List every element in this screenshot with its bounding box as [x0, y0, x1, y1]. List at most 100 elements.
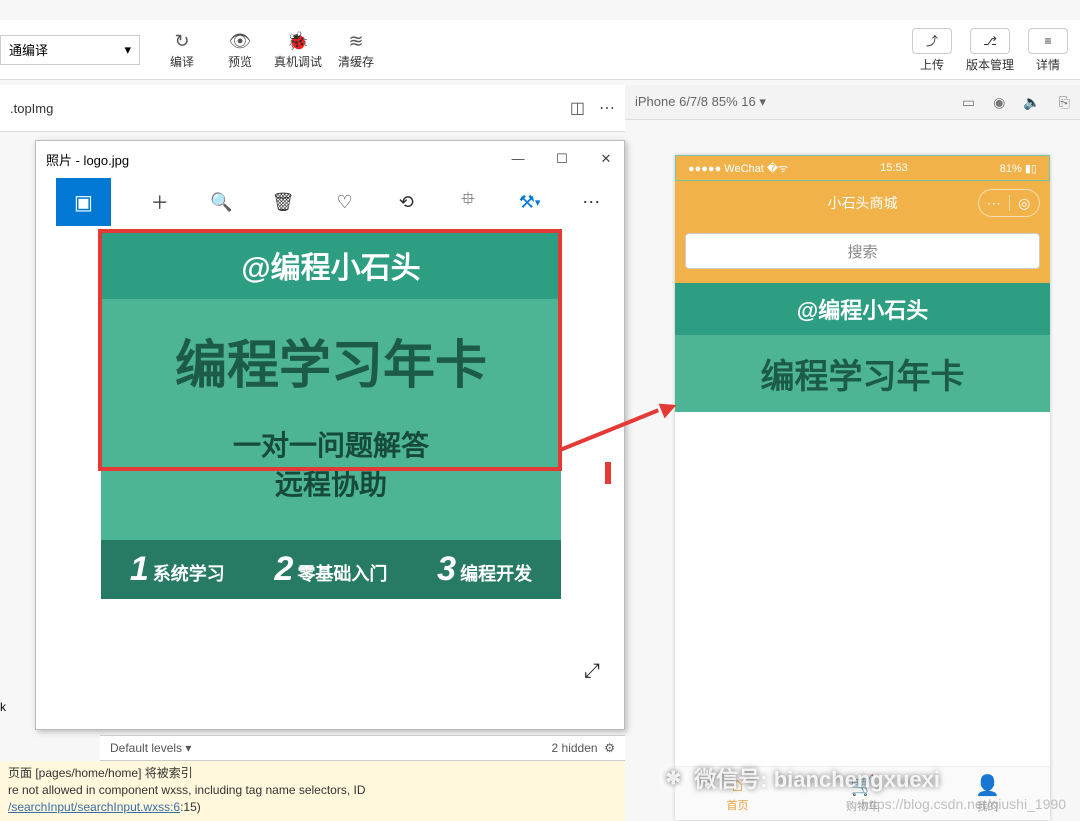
clear-cache-label: 清缓存 [338, 53, 374, 70]
status-time: 15:53 [880, 162, 908, 174]
photos-toolbar: ▣ ＋ 🔍 🗑 ♡ ⟲ ⯐ ⚒ ▾ ⋯ [36, 177, 624, 227]
more-icon[interactable]: ⋯ [599, 98, 615, 118]
device-header: iPhone 6/7/8 85% 16 ▾ ▭ ◉ 🔈 ⎘ [625, 85, 1080, 120]
clear-cache-button[interactable]: ≋ 清缓存 [332, 29, 380, 70]
tab-home-label: 首页 [727, 797, 749, 813]
capsule-button[interactable]: ⋯ ◎ [978, 189, 1040, 217]
gear-icon[interactable]: ⚙ [604, 741, 615, 755]
compile-button[interactable]: ↻ 编译 [158, 29, 206, 70]
version-button[interactable]: ⎇ 版本管理 [966, 28, 1014, 73]
annotation-red-box [98, 229, 562, 471]
page-title: 小石头商城 [828, 193, 898, 213]
image-mode-button[interactable]: ▣ [56, 178, 111, 226]
eye-icon: 👁 [229, 29, 252, 53]
breadcrumb: .topImg [10, 101, 53, 116]
details-label: 详情 [1036, 56, 1060, 73]
banner-mid-text: 编程学习年卡 [675, 335, 1050, 412]
csdn-watermark: https://blog.csdn.net/qiushi_1990 [861, 796, 1066, 812]
upload-icon: ⤴ [912, 28, 952, 54]
upload-button[interactable]: ⤴ 上传 [908, 28, 956, 73]
user-icon: 👤 [975, 773, 1000, 798]
annotation-arrow [560, 400, 675, 460]
console-line-2a: re not allowed in component wxss, includ… [8, 782, 617, 799]
zoom-button[interactable]: 🔍 [209, 188, 235, 216]
toolbar-right-group: ⤴ 上传 ⎇ 版本管理 ≡ 详情 [908, 20, 1072, 80]
device-name-select[interactable]: iPhone 6/7/8 85% 16 ▾ [635, 94, 766, 110]
rotate-button[interactable]: ⟲ [393, 188, 419, 216]
phone-simulator: ●●●●● WeChat �ᯤ 15:53 81% ▮▯ 小石头商城 ⋯ ◎ 搜… [675, 155, 1050, 820]
logo-feat-3: 3编程开发 [437, 550, 532, 589]
popout-icon[interactable]: ⎘ [1059, 94, 1070, 111]
crop-button[interactable]: ⯐ [455, 188, 481, 216]
device-icon[interactable]: ▭ [962, 94, 975, 111]
console-toolbar: Default levels ▾ 2 hidden ⚙ [100, 735, 625, 761]
wechat-watermark: ✱ 微信号: bianchengxuexi [658, 762, 940, 794]
phone-status-bar: ●●●●● WeChat �ᯤ 15:53 81% ▮▯ [675, 155, 1050, 181]
console-line-1: 页面 [pages/home/home] 将被索引 [8, 765, 617, 782]
log-level-select[interactable]: Default levels ▾ [110, 741, 191, 755]
preview-label: 预览 [228, 53, 252, 70]
tab-mine[interactable]: 👤 我的 [925, 767, 1050, 820]
remote-debug-button[interactable]: 🐞 真机调试 [274, 29, 322, 70]
search-placeholder: 搜索 [847, 241, 877, 262]
status-left: ●●●●● WeChat �ᯤ [688, 161, 788, 176]
split-view-icon[interactable]: ◫ [570, 98, 585, 118]
more-button[interactable]: ⋯ [578, 188, 604, 216]
editor-meta-bar: .topImg ◫ ⋯ [0, 85, 625, 132]
upload-label: 上传 [920, 56, 944, 73]
minimize-button[interactable]: — [510, 151, 526, 167]
photos-titlebar[interactable]: 照片 - logo.jpg — ☐ ✕ [36, 141, 624, 177]
logo-feat-2: 2零基础入门 [275, 550, 388, 589]
bug-icon: 🐞 [287, 29, 309, 53]
preview-button[interactable]: 👁 预览 [216, 29, 264, 70]
sound-icon[interactable]: 🔈 [1023, 94, 1040, 111]
refresh-icon: ↻ [174, 29, 189, 53]
window-buttons: — ☐ ✕ [510, 151, 614, 167]
expand-icon[interactable]: ⤢ [584, 660, 600, 683]
logo-feat-1: 1系统学习 [130, 550, 225, 589]
phone-nav-bar: 小石头商城 ⋯ ◎ [675, 181, 1050, 225]
compile-mode-label: 通编译 [9, 40, 48, 59]
console-link[interactable]: /searchInput/searchInput.wxss:6 [8, 800, 180, 814]
layers-icon: ≋ [348, 29, 363, 53]
photos-canvas: @编程小石头 编程学习年卡 一对一问题解答 远程协助 1系统学习 2零基础入门 … [46, 231, 614, 691]
device-actions: ▭ ◉ 🔈 ⎘ [962, 94, 1070, 111]
favorite-button[interactable]: ♡ [332, 188, 358, 216]
photos-window: 照片 - logo.jpg — ☐ ✕ ▣ ＋ 🔍 🗑 ♡ ⟲ ⯐ ⚒ ▾ ⋯ … [35, 140, 625, 730]
top-banner-image: @编程小石头 编程学习年卡 [675, 283, 1050, 412]
console-line-2b: /searchInput/searchInput.wxss:6:15) [8, 799, 617, 816]
capsule-close-icon[interactable]: ◎ [1010, 195, 1040, 212]
edit-button[interactable]: ⚒ ▾ [517, 188, 543, 216]
maximize-button[interactable]: ☐ [554, 151, 570, 167]
record-icon[interactable]: ◉ [993, 94, 1005, 111]
close-button[interactable]: ✕ [598, 151, 614, 167]
wechat-icon: ✱ [658, 763, 688, 793]
menu-icon: ≡ [1028, 28, 1068, 54]
details-button[interactable]: ≡ 详情 [1024, 28, 1072, 73]
chevron-down-icon: ▾ [124, 42, 131, 58]
logo-sub2: 远程协助 [101, 465, 561, 504]
compile-label: 编译 [170, 53, 194, 70]
branch-icon: ⎇ [970, 28, 1010, 54]
remote-debug-label: 真机调试 [274, 53, 322, 70]
toolbar-left-group: ↻ 编译 👁 预览 🐞 真机调试 ≋ 清缓存 [158, 29, 380, 70]
delete-button[interactable]: 🗑 [270, 188, 296, 216]
photos-title: 照片 - logo.jpg [46, 150, 129, 169]
main-toolbar: 通编译 ▾ ↻ 编译 👁 预览 🐞 真机调试 ≋ 清缓存 ⤴ 上传 ⎇ 版本管理 [0, 20, 1080, 80]
capsule-menu-icon[interactable]: ⋯ [979, 195, 1009, 212]
search-input[interactable]: 搜索 [685, 233, 1040, 269]
editor-mini-icons: ◫ ⋯ [570, 98, 615, 118]
arrow-line [559, 408, 659, 451]
version-label: 版本管理 [966, 56, 1014, 73]
banner-top-text: @编程小石头 [675, 283, 1050, 335]
status-battery: 81% ▮▯ [1000, 162, 1037, 175]
edit-icon: ⚒ [519, 192, 535, 213]
console-output: 页面 [pages/home/home] 将被索引 re not allowed… [0, 761, 625, 821]
console-right: 2 hidden ⚙ [552, 741, 615, 755]
chevron-down-icon: ▾ [535, 196, 541, 209]
hidden-count: 2 hidden [552, 741, 598, 755]
add-button[interactable]: ＋ [147, 188, 173, 216]
wechat-id-text: 微信号: bianchengxuexi [694, 762, 940, 794]
search-area: 搜索 [675, 225, 1050, 283]
compile-mode-select[interactable]: 通编译 ▾ [0, 35, 140, 65]
